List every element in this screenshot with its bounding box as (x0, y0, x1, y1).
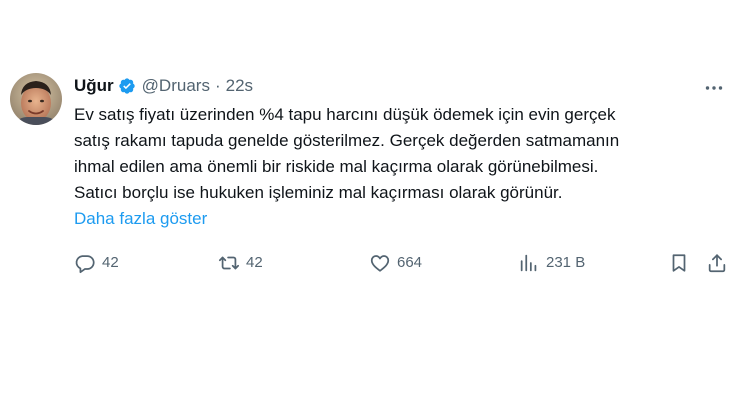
like-count: 664 (397, 254, 423, 271)
display-name[interactable]: Uğur (74, 76, 114, 96)
user-handle[interactable]: @Druars (142, 76, 210, 96)
tweet-header: Uğur @Druars · 22s (74, 74, 253, 98)
tweet: Uğur @Druars · 22s Ev satış fiyatı üzeri… (0, 0, 730, 420)
views-chart-icon (520, 254, 537, 272)
tweet-text-line: Ev satış fiyatı üzerinden %4 tapu harcın… (74, 105, 616, 124)
avatar-photo (10, 73, 62, 125)
retweet-button[interactable]: 42 (218, 248, 263, 278)
tweet-text: Ev satış fiyatı üzerinden %4 tapu harcın… (74, 102, 714, 206)
share-icon (708, 254, 726, 273)
share-button[interactable] (706, 248, 728, 278)
reply-button[interactable]: 42 (74, 248, 119, 278)
views-count: 231 B (546, 254, 586, 271)
show-more-link[interactable]: Daha fazla göster (74, 207, 207, 231)
avatar[interactable] (10, 73, 62, 125)
heart-icon (370, 255, 390, 272)
views-button[interactable]: 231 B (518, 248, 585, 278)
reply-count: 42 (102, 254, 119, 271)
verified-badge-icon (118, 77, 136, 95)
tweet-text-line: Satıcı borçlu ise hukuken işleminiz mal … (74, 183, 563, 202)
retweet-icon (218, 256, 240, 270)
tweet-timestamp[interactable]: 22s (226, 76, 253, 96)
reply-icon (75, 255, 95, 274)
tweet-text-line: satış rakamı tapuda genelde gösterilmez.… (74, 131, 620, 150)
retweet-count: 42 (246, 254, 263, 271)
tweet-text-line: ihmal edilen ama önemli bir riskide mal … (74, 157, 599, 176)
more-options-icon[interactable] (704, 78, 724, 98)
bookmark-icon (672, 254, 686, 272)
bookmark-button[interactable] (668, 248, 690, 278)
like-button[interactable]: 664 (369, 248, 422, 278)
header-separator: · (214, 76, 221, 95)
tweet-actions: 42 42 664 231 B (0, 248, 730, 278)
